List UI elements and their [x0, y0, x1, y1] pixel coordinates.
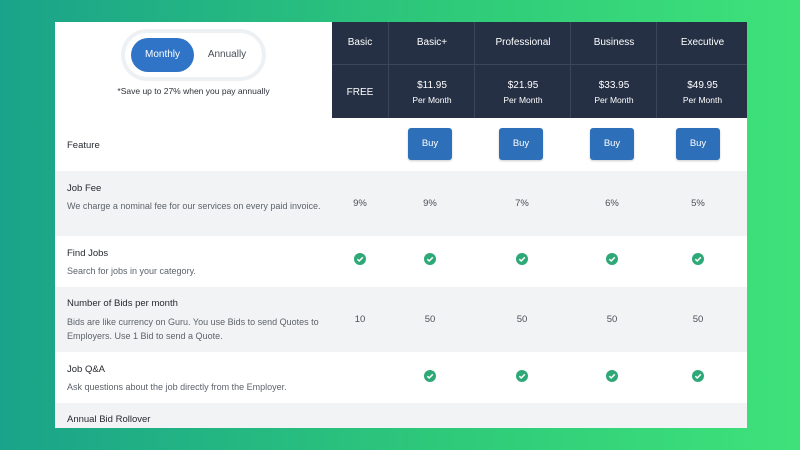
feature-desc: Ask questions about the job directly fro…	[67, 382, 287, 392]
plan-basic-plus: Basic+ $11.95 Per Month	[388, 22, 475, 118]
annually-option[interactable]: Annually	[197, 38, 257, 72]
save-note: *Save up to 27% when you pay annually	[117, 86, 270, 96]
plan-executive: Executive $49.95 Per Month	[656, 22, 747, 118]
feature-desc: Bids are like currency on Guru. You use …	[67, 317, 319, 341]
table-row: Job Fee We charge a nominal fee for our …	[55, 171, 747, 236]
check-icon	[606, 253, 618, 265]
feature-title: Annual Bid Rollover	[67, 414, 151, 425]
feature-desc: Search for jobs in your category.	[67, 266, 196, 276]
plan-period: Per Month	[503, 95, 543, 105]
plan-period: Per Month	[412, 95, 452, 105]
plan-header: Basic FREE Basic+ $11.95 Per Month Profe…	[332, 22, 747, 118]
buy-business-button[interactable]: Buy	[590, 128, 634, 160]
check-icon	[354, 253, 366, 265]
feature-desc: We charge a nominal fee for our services…	[67, 201, 321, 211]
table-row: Find Jobs Search for jobs in your catego…	[55, 236, 747, 287]
plan-price: $33.95	[598, 80, 630, 91]
feature-title: Number of Bids per month	[67, 298, 178, 309]
plan-name: Executive	[657, 22, 747, 65]
feature-title: Job Fee	[67, 183, 102, 194]
plan-name: Basic	[332, 22, 388, 65]
plan-name: Basic+	[389, 22, 475, 65]
table-row: Number of Bids per month Bids are like c…	[55, 287, 747, 352]
check-icon	[606, 370, 618, 382]
plan-price: $49.95	[687, 80, 718, 91]
table-row: Annual Bid Rollover	[55, 403, 747, 428]
check-icon	[516, 253, 528, 265]
feature-header: Feature	[67, 140, 100, 151]
monthly-option[interactable]: Monthly	[131, 38, 194, 72]
plan-period: Per Month	[594, 95, 634, 105]
check-icon	[692, 370, 704, 382]
plan-business: Business $33.95 Per Month	[570, 22, 657, 118]
check-icon	[424, 370, 436, 382]
billing-toggle: Monthly Annually	[125, 33, 262, 77]
pricing-card: Monthly Annually *Save up to 27% when yo…	[55, 22, 747, 428]
feature-title: Job Q&A	[67, 364, 106, 375]
plan-name: Professional	[475, 22, 571, 65]
plan-basic: Basic FREE	[332, 22, 388, 118]
plan-period: Per Month	[682, 95, 723, 105]
plan-name: Business	[571, 22, 657, 65]
buy-basic-plus-button[interactable]: Buy	[408, 128, 452, 160]
table-row: Job Q&A Ask questions about the job dire…	[55, 352, 747, 403]
plan-professional: Professional $21.95 Per Month	[474, 22, 571, 118]
plan-price: $21.95	[507, 80, 539, 91]
buy-executive-button[interactable]: Buy	[676, 128, 720, 160]
feature-header-row: Feature Buy Buy Buy Buy	[55, 118, 747, 171]
plan-price: FREE	[346, 87, 374, 98]
billing-panel: Monthly Annually *Save up to 27% when yo…	[55, 22, 332, 118]
plan-price: $11.95	[417, 80, 447, 91]
check-icon	[692, 253, 704, 265]
check-icon	[516, 370, 528, 382]
buy-professional-button[interactable]: Buy	[499, 128, 543, 160]
check-icon	[424, 253, 436, 265]
feature-title: Find Jobs	[67, 248, 109, 259]
